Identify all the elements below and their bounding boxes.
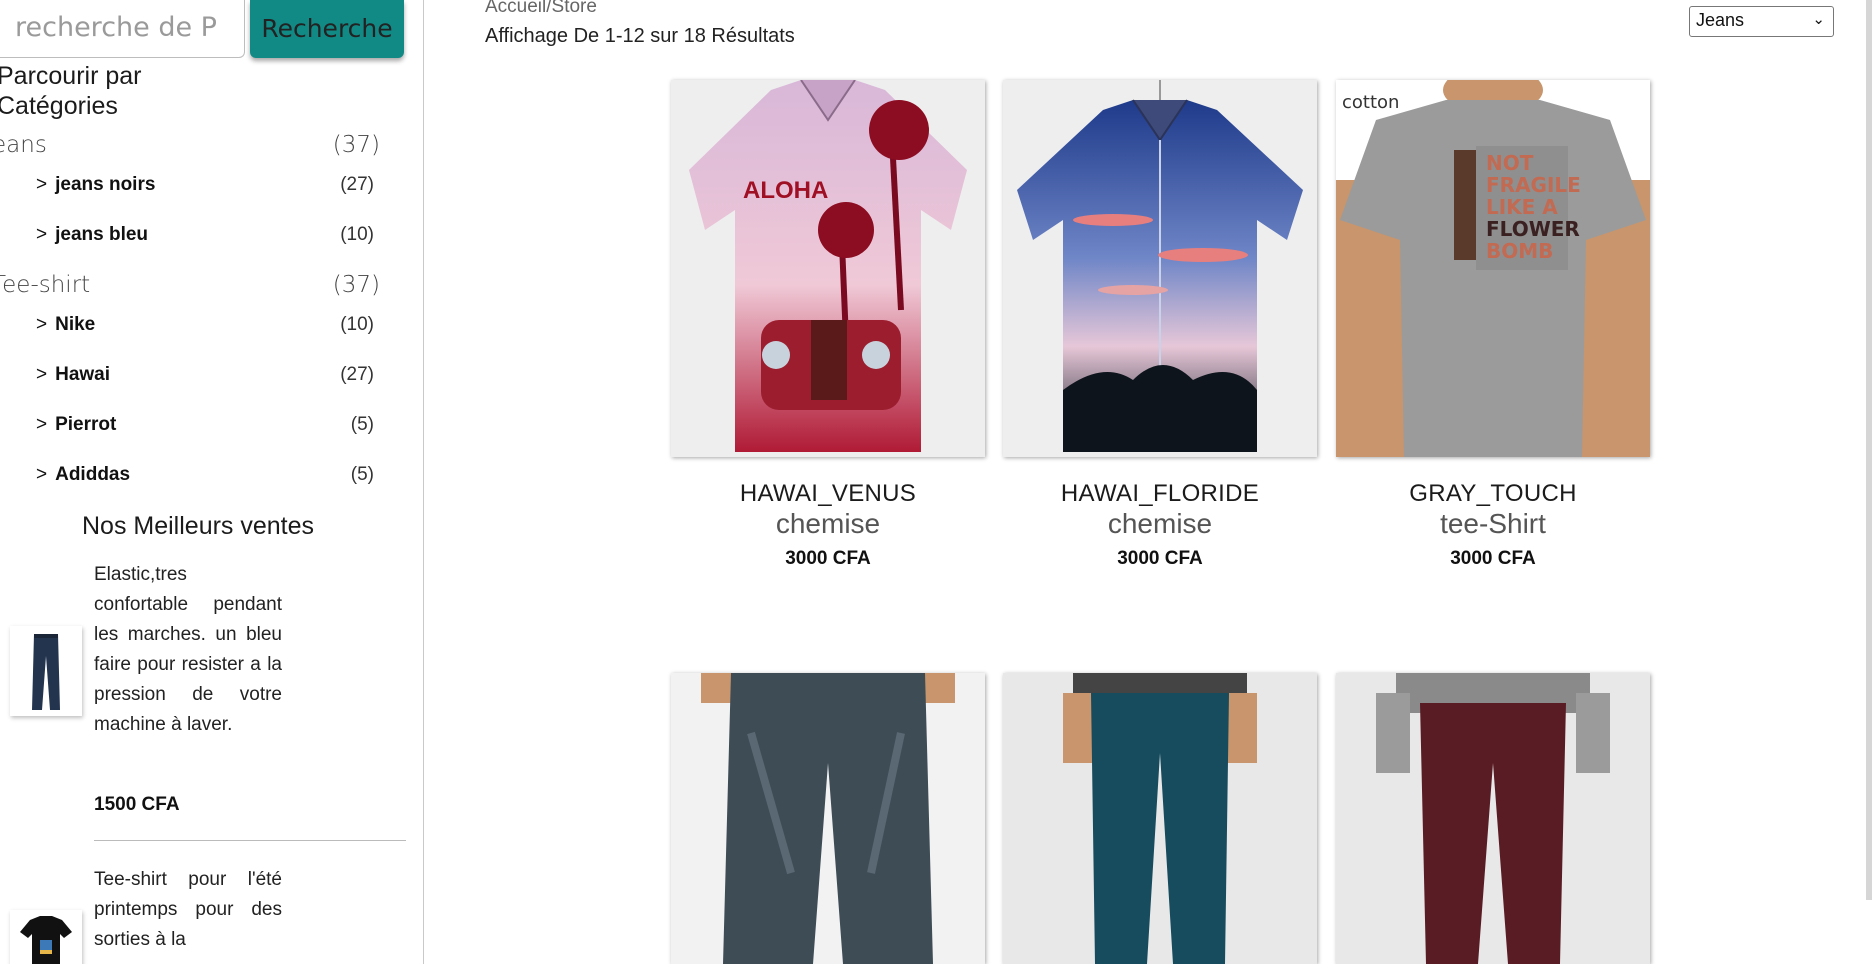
product-type: chemise (1107, 508, 1213, 539)
scrollbar[interactable] (1866, 0, 1872, 900)
subcategory-label: > jeans bleu (36, 224, 148, 246)
browse-categories-title: Parcourir par Catégories (0, 62, 142, 120)
subcategory-text: jeans bleu (55, 224, 149, 245)
sort-select-value: Jeans (1696, 10, 1745, 30)
subcategory-pierrot[interactable]: > Pierrot (5) (36, 414, 376, 440)
chevron-right-icon: > (36, 174, 48, 195)
search-button[interactable]: Recherche (250, 0, 404, 58)
product-price: 3000 CFA (785, 548, 871, 569)
svg-text:ALOHA: ALOHA (743, 177, 828, 204)
subcategory-count: (5) (350, 414, 374, 435)
subcategory-text: Hawai (55, 364, 111, 385)
burgundy-chinos-image[interactable] (1336, 673, 1650, 964)
subcategory-count: (5) (350, 464, 374, 485)
product-name[interactable]: HAWAI_VENUS (671, 480, 985, 508)
product-name[interactable]: HAWAI_FLORIDE (1003, 480, 1317, 508)
best-seller-price: 1500 CFA (94, 794, 180, 815)
jeans-thumbnail-icon (10, 626, 82, 716)
divider (94, 840, 406, 841)
subcategory-count: (27) (340, 364, 374, 385)
subcategory-hawai[interactable]: > Hawai (27) (36, 364, 376, 390)
product-type: chemise (775, 508, 881, 539)
subcategory-count: (10) (340, 224, 374, 245)
svg-text:BOMB: BOMB (1486, 239, 1553, 263)
subcategory-label: > Pierrot (36, 414, 116, 436)
category-name: eans (0, 132, 47, 158)
subcategory-text: jeans noirs (55, 174, 156, 195)
subcategory-adiddas[interactable]: > Adiddas (5) (36, 464, 376, 490)
chevron-right-icon: > (36, 364, 48, 385)
subcategory-label: > Hawai (36, 364, 110, 386)
subcategory-text: Adiddas (55, 464, 131, 485)
sidebar: recherche de P Recherche Parcourir par C… (0, 0, 424, 964)
subcategory-nike[interactable]: > Nike (10) (36, 314, 376, 340)
product-price: 3000 CFA (1450, 548, 1536, 569)
chevron-down-icon: ⌄ (1812, 11, 1825, 28)
search-input[interactable]: recherche de P (0, 0, 245, 58)
teal-chinos-image[interactable] (1003, 673, 1317, 964)
category-count: (37) (332, 132, 380, 158)
svg-text:NOT: NOT (1486, 151, 1534, 175)
chevron-right-icon: > (36, 414, 48, 435)
category-jeans[interactable]: eans (37) (0, 132, 380, 162)
subcategory-label: > Nike (36, 314, 95, 336)
category-count: (37) (332, 272, 380, 298)
best-seller-description: Tee-shirt pour l'été printemps pour des … (94, 869, 282, 950)
best-seller-description: Elastic,tres confortable pendant les mar… (94, 564, 282, 735)
subcategory-label: > jeans noirs (36, 174, 155, 196)
subcategory-text: Pierrot (55, 414, 117, 435)
product-name[interactable]: GRAY_TOUCH (1336, 480, 1650, 508)
svg-text:cotton: cotton (1342, 92, 1399, 113)
chevron-right-icon: > (36, 314, 48, 335)
subcategory-count: (10) (340, 314, 374, 335)
subcategory-label: > Adiddas (36, 464, 130, 486)
svg-text:FLOWER: FLOWER (1486, 217, 1580, 241)
tshirt-thumbnail-icon (10, 910, 82, 964)
svg-text:FRAGILE: FRAGILE (1486, 173, 1581, 197)
breadcrumb: Accueil/Store (485, 0, 597, 17)
svg-text:LIKE A: LIKE A (1486, 195, 1558, 219)
sunset-shirt-image[interactable] (1003, 80, 1317, 457)
distressed-jeans-image[interactable] (671, 673, 985, 964)
best-sellers-title: Nos Meilleurs ventes (82, 512, 315, 540)
aloha-shirt-image[interactable]: ALOHA (671, 80, 985, 457)
chevron-right-icon: > (36, 224, 48, 245)
subcategory-text: Nike (55, 314, 96, 335)
sort-select[interactable]: Jeans ⌄ (1689, 6, 1834, 37)
subcategory-count: (27) (340, 174, 374, 195)
subcategory-jeans-noirs[interactable]: > jeans noirs (27) (36, 174, 376, 200)
category-tee-shirt[interactable]: Tee-shirt (37) (0, 272, 380, 302)
product-price: 3000 CFA (1117, 548, 1203, 569)
chevron-right-icon: > (36, 464, 48, 485)
gray-tshirt-image[interactable]: NOT FRAGILE LIKE A FLOWER BOMB cotton (1336, 80, 1650, 457)
category-name: Tee-shirt (0, 272, 91, 298)
product-type: tee-Shirt (1440, 508, 1546, 539)
subcategory-jeans-bleu[interactable]: > jeans bleu (10) (36, 224, 376, 250)
results-count: Affichage De 1-12 sur 18 Résultats (485, 25, 795, 47)
